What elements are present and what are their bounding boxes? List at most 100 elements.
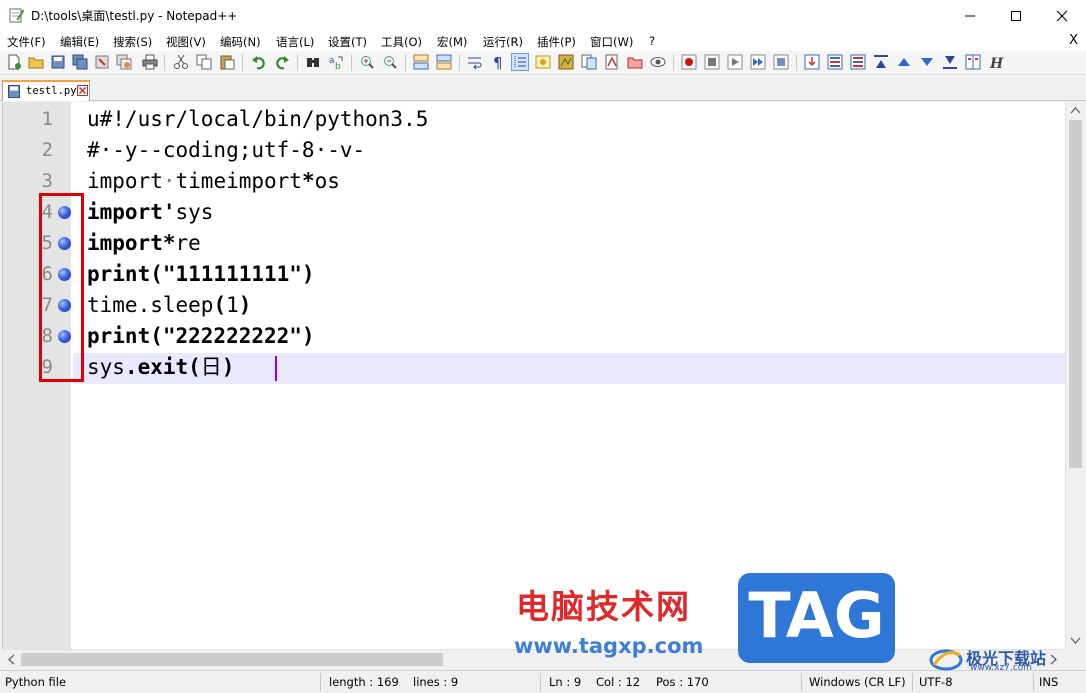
new-file-icon[interactable] xyxy=(6,54,22,70)
code-token: ( xyxy=(213,293,227,317)
function-list-icon[interactable] xyxy=(581,54,597,70)
close-all-icon[interactable] xyxy=(116,54,132,70)
open-file-icon[interactable] xyxy=(28,54,44,70)
maximize-button[interactable] xyxy=(993,0,1039,31)
svg-text:b: b xyxy=(335,62,341,70)
menu-edit[interactable]: 编辑(E) xyxy=(60,34,99,50)
status-ln: Ln : 9 xyxy=(549,675,582,689)
code-token: * xyxy=(301,169,315,193)
run-macro-multiple-icon[interactable] xyxy=(750,54,766,70)
toolbar-separator xyxy=(405,54,406,71)
show-all-characters-icon[interactable]: ¶ xyxy=(490,54,506,70)
stop-macro-icon[interactable] xyxy=(704,54,720,70)
project-panel-icon[interactable] xyxy=(627,54,643,70)
launch-in-browser-icon[interactable] xyxy=(804,54,820,70)
code-line[interactable]: time.sleep(1) xyxy=(87,290,251,321)
code-token: u#!/usr/local/bin/python3.5 xyxy=(87,107,429,131)
toolbar-separator xyxy=(673,54,674,71)
document-map-icon[interactable] xyxy=(558,54,574,70)
close-button[interactable] xyxy=(1039,0,1085,31)
menu-encoding[interactable]: 编码(N) xyxy=(220,34,261,50)
status-eol: Windows (CR LF) xyxy=(809,675,906,689)
menu-window[interactable]: 窗口(W) xyxy=(590,34,633,50)
panel-layout-alt-icon[interactable] xyxy=(850,54,866,70)
code-line[interactable]: u#!/usr/local/bin/python3.5 xyxy=(87,104,428,135)
word-wrap-icon[interactable] xyxy=(467,54,483,70)
user-language-icon[interactable] xyxy=(535,54,551,70)
zoom-in-icon[interactable] xyxy=(359,54,375,70)
close-document-button[interactable]: X xyxy=(1069,33,1078,48)
code-token: time.sleep xyxy=(87,293,214,317)
indent-guide-icon[interactable] xyxy=(511,53,529,71)
status-separator xyxy=(320,673,321,691)
save-all-icon[interactable] xyxy=(72,54,88,70)
menu-macro[interactable]: 宏(M) xyxy=(437,34,467,50)
redo-icon[interactable] xyxy=(274,54,290,70)
menu-run[interactable]: 运行(R) xyxy=(483,34,523,50)
horizontal-scroll-thumb[interactable] xyxy=(21,653,443,666)
save-macro-icon[interactable] xyxy=(773,54,789,70)
replace-icon[interactable]: ab xyxy=(328,54,344,70)
scroll-left-icon[interactable] xyxy=(7,654,15,665)
split-view-icon[interactable] xyxy=(965,54,981,70)
svg-text:H: H xyxy=(989,56,1004,70)
toolbar: ab ¶ H xyxy=(0,51,1086,75)
vertical-scrollbar[interactable] xyxy=(1065,102,1084,649)
save-icon[interactable] xyxy=(50,54,66,70)
panel-layout-icon[interactable] xyxy=(827,54,843,70)
record-macro-icon[interactable] xyxy=(681,54,697,70)
cut-icon[interactable] xyxy=(173,54,189,70)
paste-icon[interactable] xyxy=(219,54,235,70)
minimize-icon xyxy=(965,15,975,16)
menu-view[interactable]: 视图(V) xyxy=(166,34,206,50)
menu-search[interactable]: 搜索(S) xyxy=(113,34,152,50)
menu-language[interactable]: 语言(L) xyxy=(276,34,314,50)
collapse-up-icon[interactable] xyxy=(896,54,912,70)
undo-icon[interactable] xyxy=(251,54,267,70)
code-line[interactable]: import·timeimport*os xyxy=(87,166,340,197)
status-length: length : 169 xyxy=(329,675,399,689)
status-separator xyxy=(540,673,541,691)
scroll-up-icon[interactable] xyxy=(1070,106,1081,114)
menu-file[interactable]: 文件(F) xyxy=(7,34,46,50)
sync-vertical-icon[interactable] xyxy=(413,54,429,70)
code-line[interactable]: sys.exit(日) xyxy=(87,352,234,383)
watermark-tag-text: TAG xyxy=(748,579,885,652)
code-line[interactable]: import'sys xyxy=(87,197,213,228)
play-macro-icon[interactable] xyxy=(727,54,743,70)
monitoring-icon[interactable] xyxy=(650,54,666,70)
tab-testl-py[interactable]: testl.py xyxy=(2,80,90,101)
status-lines: lines : 9 xyxy=(413,675,459,689)
menu-settings[interactable]: 设置(T) xyxy=(328,34,367,50)
hex-editor-icon[interactable]: H xyxy=(988,54,1004,70)
fold-all-icon[interactable] xyxy=(873,54,889,70)
code-line[interactable]: print("111111111") xyxy=(87,259,315,290)
editor-area[interactable]: 123456789 u#!/usr/local/bin/python3.5 #·-… xyxy=(2,102,1066,649)
folder-as-workspace-icon[interactable] xyxy=(604,54,620,70)
zoom-out-icon[interactable] xyxy=(382,54,398,70)
menu-plugins[interactable]: 插件(P) xyxy=(537,34,576,50)
copy-icon[interactable] xyxy=(196,54,212,70)
print-icon[interactable] xyxy=(142,54,158,70)
notepad-plus-plus-icon xyxy=(9,8,24,23)
code-token: · xyxy=(162,169,176,193)
code-line[interactable]: print("222222222") xyxy=(87,321,315,352)
code-line[interactable]: #·-y--coding;utf-8·-v- xyxy=(87,135,365,166)
menu-help[interactable]: ? xyxy=(649,34,655,48)
expand-down-icon[interactable] xyxy=(919,54,935,70)
vertical-scroll-thumb[interactable] xyxy=(1069,120,1082,468)
menu-tools[interactable]: 工具(O) xyxy=(381,34,422,50)
unfold-all-icon[interactable] xyxy=(942,54,958,70)
toolbar-separator xyxy=(459,54,460,71)
status-file-type: Python file xyxy=(5,675,67,689)
code-token: import* xyxy=(87,231,176,255)
find-icon[interactable] xyxy=(305,54,321,70)
sync-horizontal-icon[interactable] xyxy=(436,54,452,70)
minimize-button[interactable] xyxy=(947,0,993,31)
tab-close-icon[interactable] xyxy=(77,85,88,96)
close-icon xyxy=(1056,10,1068,21)
code-token: import xyxy=(87,169,163,193)
close-file-icon[interactable] xyxy=(94,54,110,70)
code-line[interactable]: import*re xyxy=(87,228,201,259)
toolbar-separator xyxy=(242,54,243,71)
